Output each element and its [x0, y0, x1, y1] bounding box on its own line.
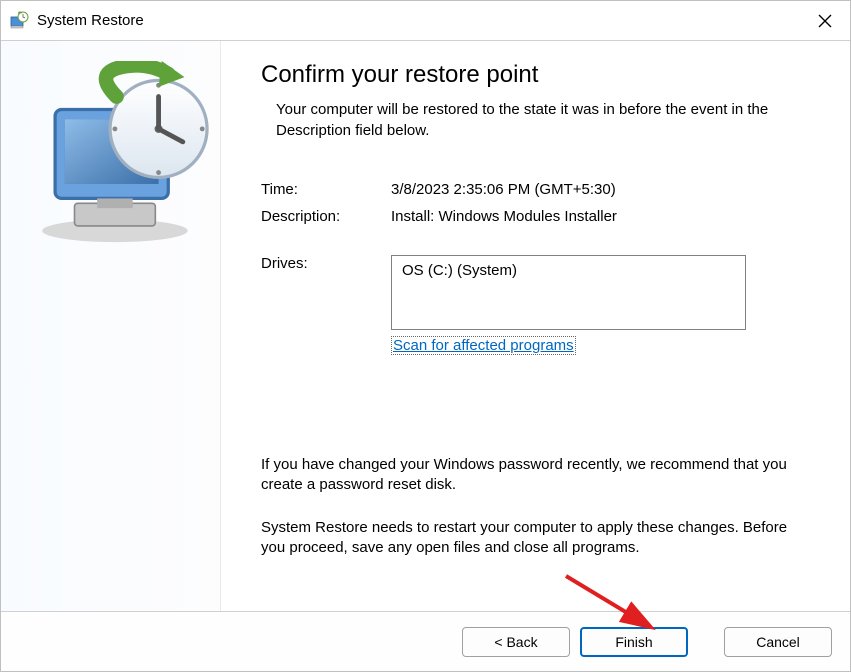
scan-affected-programs-link[interactable]: Scan for affected programs	[391, 336, 576, 355]
system-restore-window: System Restore	[0, 0, 851, 672]
time-label: Time:	[261, 181, 391, 198]
window-title: System Restore	[37, 12, 800, 29]
body: Confirm your restore point Your computer…	[1, 41, 850, 611]
restart-warning: System Restore needs to restart your com…	[261, 518, 800, 559]
footer: < Back Finish Cancel	[1, 611, 850, 671]
close-icon	[818, 14, 832, 28]
cancel-button[interactable]: Cancel	[724, 627, 832, 657]
titlebar: System Restore	[1, 1, 850, 41]
time-value: 3/8/2023 2:35:06 PM (GMT+5:30)	[391, 181, 616, 198]
finish-button[interactable]: Finish	[580, 627, 688, 657]
time-row: Time: 3/8/2023 2:35:06 PM (GMT+5:30)	[261, 181, 800, 198]
description-row: Description: Install: Windows Modules In…	[261, 208, 800, 225]
password-warning: If you have changed your Windows passwor…	[261, 455, 800, 496]
drives-row: Drives: OS (C:) (System)	[261, 255, 800, 330]
drives-label: Drives:	[261, 255, 391, 330]
app-icon	[9, 11, 29, 31]
page-subheading: Your computer will be restored to the st…	[261, 99, 800, 141]
sidebar	[1, 41, 221, 611]
system-restore-icon	[26, 242, 220, 259]
description-label: Description:	[261, 208, 391, 225]
page-heading: Confirm your restore point	[261, 61, 800, 89]
description-value: Install: Windows Modules Installer	[391, 208, 617, 225]
content-area: Confirm your restore point Your computer…	[221, 41, 850, 611]
drives-listbox[interactable]: OS (C:) (System)	[391, 255, 746, 330]
close-button[interactable]	[800, 1, 850, 41]
warnings-section: If you have changed your Windows passwor…	[261, 455, 800, 558]
back-button[interactable]: < Back	[462, 627, 570, 657]
